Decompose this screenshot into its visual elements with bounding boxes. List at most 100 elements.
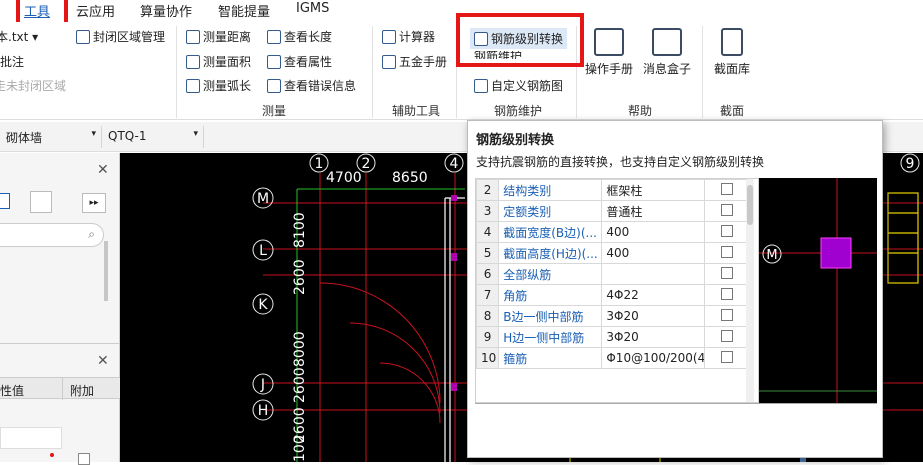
table-row[interactable]: 8 B边一侧中部筋 3Φ20: [476, 305, 750, 327]
property-value[interactable]: 3Φ20: [601, 305, 706, 327]
extra-checkbox[interactable]: [721, 182, 734, 195]
chevron-down-icon: ▾: [193, 129, 198, 139]
section-lib-button[interactable]: 截面库: [708, 28, 756, 77]
property-name: 箍筋: [498, 347, 603, 369]
axis-label-top: 9: [906, 156, 915, 172]
row-number: 6: [476, 263, 500, 285]
close-icon[interactable]: ✕: [97, 353, 109, 369]
closed-area-mgmt-button[interactable]: 封闭区域管理: [76, 28, 165, 45]
chevron-down-icon: ▾: [91, 129, 96, 139]
partial-annotate-item[interactable]: 批注: [0, 53, 24, 70]
table-row[interactable]: 7 角筋 4Φ22: [476, 284, 750, 306]
message-box-button[interactable]: 消息盒子: [642, 28, 692, 77]
rebar-convert-icon: [474, 31, 488, 46]
dim-label-left: 100: [292, 435, 308, 462]
ruler-icon: [186, 29, 200, 44]
extra-checkbox[interactable]: [721, 266, 734, 279]
measure-arc-button[interactable]: 测量弧长: [186, 77, 251, 94]
required-dot: [50, 453, 54, 457]
tab-tools[interactable]: 工具: [24, 1, 50, 20]
search-icon: ⌕: [88, 227, 95, 241]
property-name: 角筋: [498, 284, 603, 306]
table-row[interactable]: 4 截面宽度(B边)(... 400: [476, 221, 750, 243]
scrollbar[interactable]: [104, 241, 108, 301]
property-name: 结构类别: [498, 179, 603, 201]
property-value[interactable]: 3Φ20: [601, 326, 706, 348]
extra-checkbox[interactable]: [721, 308, 734, 321]
row-number: 10: [476, 347, 500, 369]
area-icon: [186, 54, 200, 69]
rebar-hidden-button[interactable]: 钢筋维护: [474, 51, 522, 59]
extra-checkbox[interactable]: [721, 287, 734, 300]
view-length-button[interactable]: 查看长度: [267, 28, 332, 45]
scrollbar[interactable]: [746, 179, 754, 402]
table-row[interactable]: 10 箍筋 Φ10@100/200(4: [476, 347, 750, 369]
hardware-manual-button[interactable]: 五金手册: [382, 53, 447, 70]
close-icon[interactable]: ✕: [97, 162, 109, 178]
property-value[interactable]: 400: [601, 221, 706, 243]
component-name-select[interactable]: QTQ-1 ▾: [102, 126, 204, 148]
arc-icon: [186, 78, 200, 93]
tab-igms[interactable]: IGMS: [296, 1, 329, 16]
component-type-select[interactable]: 砌体墙 ▾: [0, 126, 102, 148]
property-name: 定额类别: [498, 200, 603, 222]
row-number: 9: [476, 326, 500, 348]
property-name: 截面宽度(B边)(...: [498, 221, 603, 243]
new-icon[interactable]: [0, 193, 10, 209]
search-input[interactable]: ⌕: [0, 223, 104, 247]
view-error-button[interactable]: 查看错误信息: [267, 77, 356, 94]
row-number: 7: [476, 284, 500, 306]
table-row[interactable]: 5 截面高度(H边)(... 400: [476, 242, 750, 264]
table-row[interactable]: 6 全部纵筋: [476, 263, 750, 285]
section-lib-icon: [721, 28, 743, 56]
custom-rebar-button[interactable]: 自定义钢筋图: [474, 77, 563, 94]
extra-checkbox[interactable]: [721, 203, 734, 216]
property-table: 2 结构类别 框架柱 3 定额类别 普通柱 4 截面宽度(B边)(... 400 5 截面高度(H边…: [476, 179, 750, 369]
row-number: 8: [476, 305, 500, 327]
axis-label-left: H: [258, 403, 269, 419]
rebar-shape-icon: [474, 78, 488, 93]
extra-checkbox[interactable]: [721, 245, 734, 258]
tab-cloud[interactable]: 云应用: [76, 1, 115, 20]
property-value[interactable]: 普通柱: [601, 200, 706, 222]
tab-smart[interactable]: 智能提量: [218, 1, 270, 20]
property-value[interactable]: Φ10@100/200(4: [601, 347, 706, 369]
calculator-button[interactable]: 计算器: [382, 28, 435, 45]
extra-checkbox[interactable]: [721, 329, 734, 342]
measure-area-button[interactable]: 测量面积: [186, 53, 251, 70]
property-name: 截面高度(H边)(...: [498, 242, 603, 264]
manual-button[interactable]: 操作手册: [584, 28, 634, 77]
extra-checkbox[interactable]: [78, 453, 90, 465]
expand-icon[interactable]: ▸▸: [82, 193, 106, 213]
area-icon: [76, 29, 90, 44]
measure-distance-button[interactable]: 测量距离: [186, 28, 251, 45]
property-value[interactable]: 4Φ22: [601, 284, 706, 306]
row-number: 4: [476, 221, 500, 243]
manual-icon: [594, 28, 624, 56]
table-row[interactable]: 3 定额类别 普通柱: [476, 200, 750, 222]
property-value[interactable]: [601, 263, 706, 285]
extra-checkbox[interactable]: [721, 350, 734, 363]
rebar-grade-convert-button[interactable]: 钢筋级别转换: [470, 28, 568, 49]
dim-label-left: 8100: [292, 212, 308, 248]
partial-unclosed-item[interactable]: 走未封闭区域: [0, 77, 66, 94]
property-value-cell[interactable]: [0, 427, 62, 449]
tab-collab[interactable]: 算量协作: [140, 1, 192, 20]
dim-label-left: 2600: [292, 367, 308, 403]
partial-file-item[interactable]: 本.txt ▾: [0, 28, 38, 45]
view-property-button[interactable]: 查看属性: [267, 53, 332, 70]
property-value[interactable]: 400: [601, 242, 706, 264]
group-label-rebar: 钢筋维护: [494, 104, 543, 118]
calculator-icon: [382, 29, 396, 44]
error-list-icon: [267, 78, 281, 93]
copy-icon[interactable]: [30, 191, 52, 213]
tooltip-title: 钢筋级别转换: [476, 133, 555, 148]
rebar-convert-tooltip: 钢筋级别转换 支持抗震钢筋的直接转换，也支持自定义钢筋级别转换 2 结构类别 框架柱…: [467, 120, 883, 458]
length-icon: [267, 29, 281, 44]
table-row[interactable]: 9 H边一侧中部筋 3Φ20: [476, 326, 750, 348]
axis-label-left: M: [257, 191, 269, 207]
property-name: 全部纵筋: [498, 263, 603, 285]
property-value[interactable]: 框架柱: [601, 179, 706, 201]
extra-checkbox[interactable]: [721, 224, 734, 237]
table-row[interactable]: 2 结构类别 框架柱: [476, 179, 750, 201]
